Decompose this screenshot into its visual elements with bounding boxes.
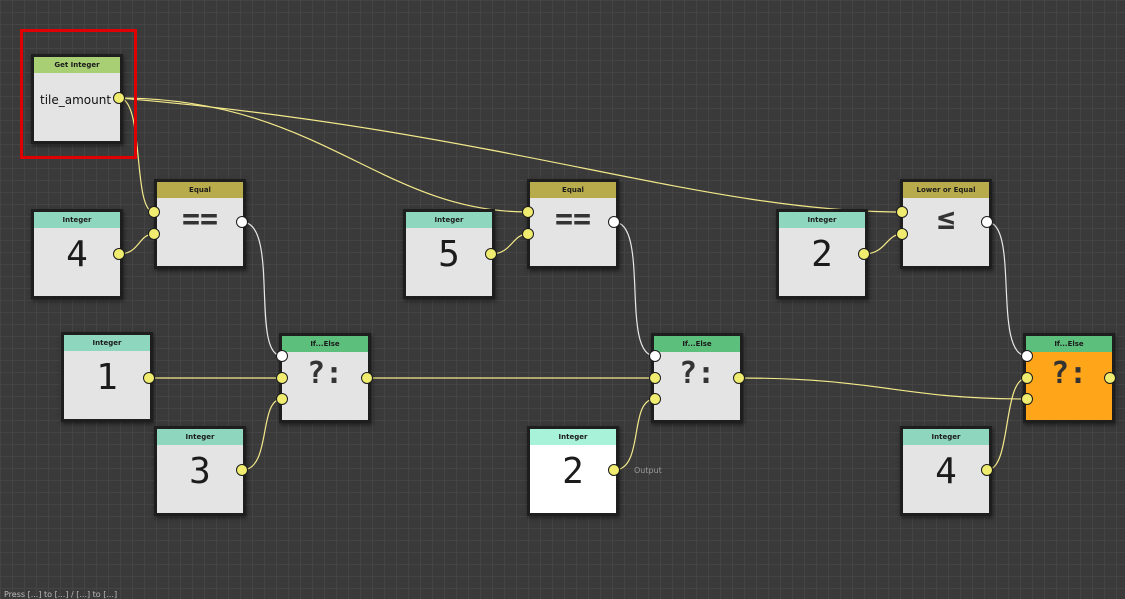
integer-node-3[interactable]: Integer 3 [154, 426, 246, 516]
node-header: Integer [157, 429, 243, 445]
output-port[interactable] [361, 372, 373, 384]
node-header: Integer [34, 212, 120, 228]
selection-highlight [20, 29, 137, 159]
wire-equal-2-to-if-else-2 [613, 221, 656, 357]
integer-node-2[interactable]: Integer 2 [776, 209, 868, 299]
node-header: Integer [779, 212, 865, 228]
output-port[interactable] [143, 372, 155, 384]
equal-node-1[interactable]: Equal == [154, 179, 246, 269]
operator-symbol: == [554, 202, 592, 237]
integer-node-4-b[interactable]: Integer 4 [900, 426, 992, 516]
output-port[interactable] [485, 248, 497, 260]
wire-equal-1-to-if-else-1 [241, 221, 283, 357]
output-port[interactable] [113, 248, 125, 260]
output-port[interactable] [981, 464, 993, 476]
output-port[interactable] [608, 216, 620, 228]
node-header: Equal [530, 182, 616, 198]
output-label: Output [634, 466, 662, 475]
integer-output-node-2[interactable]: Integer 2 [527, 426, 619, 516]
true-value-port[interactable] [1021, 372, 1033, 384]
operator-symbol: ?: [678, 356, 716, 391]
true-value-port[interactable] [649, 372, 661, 384]
output-port[interactable] [236, 216, 248, 228]
node-header: Integer [406, 212, 492, 228]
operator-symbol: == [181, 202, 219, 237]
node-header: Integer [64, 335, 150, 351]
input-port-b[interactable] [148, 228, 160, 240]
wire-if-else-2-to-if-else-3 [738, 377, 1028, 400]
if-else-node-1[interactable]: If...Else ?: [279, 333, 371, 423]
integer-node-4[interactable]: Integer 4 [31, 209, 123, 299]
output-port[interactable] [236, 464, 248, 476]
node-header: Integer [530, 429, 616, 445]
integer-node-5[interactable]: Integer 5 [403, 209, 495, 299]
false-value-port[interactable] [649, 393, 661, 405]
false-value-port[interactable] [1021, 393, 1033, 405]
node-header: Equal [157, 182, 243, 198]
node-header: If...Else [654, 336, 740, 352]
operator-symbol: ≤ [936, 202, 956, 237]
operator-symbol: ?: [1050, 356, 1088, 391]
output-port[interactable] [608, 464, 620, 476]
if-else-node-2[interactable]: If...Else ?: [651, 333, 743, 423]
node-header: Integer [903, 429, 989, 445]
node-header: Lower or Equal [903, 182, 989, 198]
if-else-node-3[interactable]: If...Else ?: [1023, 333, 1115, 423]
condition-port[interactable] [276, 350, 288, 362]
output-port[interactable] [733, 372, 745, 384]
wire-int2-output-to-if-else-2 [613, 398, 656, 471]
true-value-port[interactable] [276, 372, 288, 384]
operator-symbol: ?: [306, 356, 344, 391]
node-header: If...Else [1026, 336, 1112, 352]
input-port-b[interactable] [522, 228, 534, 240]
equal-node-2[interactable]: Equal == [527, 179, 619, 269]
output-port[interactable] [1104, 372, 1116, 384]
input-port-a[interactable] [896, 206, 908, 218]
integer-value: 2 [562, 451, 584, 492]
condition-port[interactable] [1021, 350, 1033, 362]
node-header: If...Else [282, 336, 368, 352]
wire-lower-or-equal-to-if-else-3 [986, 221, 1028, 357]
integer-value: 3 [189, 451, 211, 492]
input-port-a[interactable] [148, 206, 160, 218]
wire-int4-b-to-if-else-3 [986, 377, 1028, 471]
status-bar-text: Press [...] to [...] / [...] to [...] [4, 590, 118, 599]
integer-value: 4 [935, 451, 957, 492]
condition-port[interactable] [649, 350, 661, 362]
integer-node-1[interactable]: Integer 1 [61, 332, 153, 422]
integer-value: 1 [96, 357, 118, 398]
input-port-b[interactable] [896, 228, 908, 240]
output-port[interactable] [981, 216, 993, 228]
integer-value: 5 [438, 234, 460, 275]
input-port-a[interactable] [522, 206, 534, 218]
false-value-port[interactable] [276, 393, 288, 405]
output-port[interactable] [858, 248, 870, 260]
wire-int3-to-if-else-1 [241, 398, 283, 471]
lower-or-equal-node[interactable]: Lower or Equal ≤ [900, 179, 992, 269]
integer-value: 4 [66, 234, 88, 275]
integer-value: 2 [811, 234, 833, 275]
